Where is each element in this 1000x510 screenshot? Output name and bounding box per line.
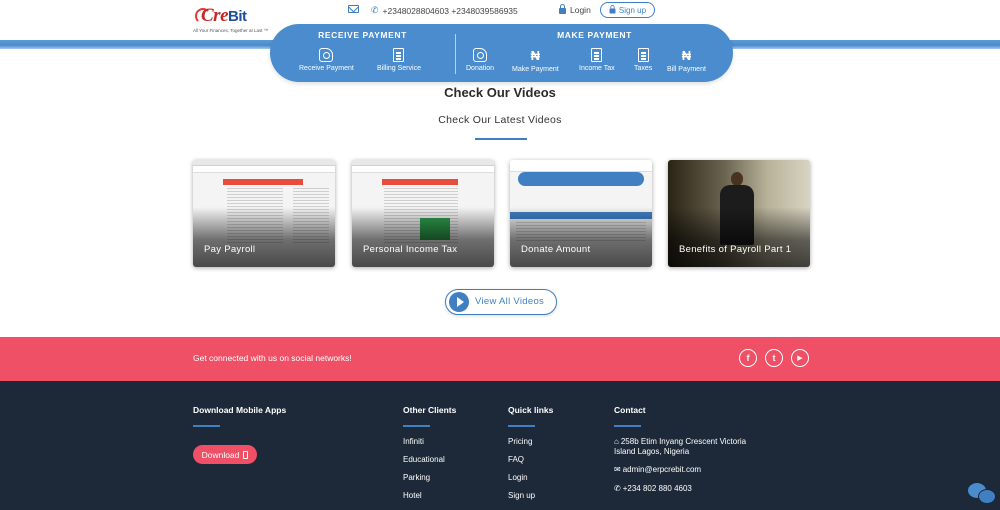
hand-coin-icon (319, 48, 334, 62)
footer-heading-quick: Quick links (508, 405, 554, 415)
view-all-label: View All Videos (475, 296, 545, 307)
home-icon: ⌂ (614, 437, 619, 446)
videos-underline (475, 138, 527, 140)
pay-menu-divider (455, 34, 456, 74)
footer-link-faq[interactable]: FAQ (508, 455, 524, 464)
video-title: Personal Income Tax (363, 244, 458, 255)
envelope-icon[interactable] (348, 5, 359, 13)
naira-icon: ₦ (681, 48, 692, 63)
footer-link-login[interactable]: Login (508, 473, 528, 482)
footer-link-educational[interactable]: Educational (403, 455, 445, 464)
login-link[interactable]: Login (559, 4, 591, 15)
hand-coin-icon (473, 48, 488, 62)
footer-email[interactable]: ✉ admin@erpcrebit.com (614, 465, 701, 474)
video-card-benefits-of-payroll[interactable]: Benefits of Payroll Part 1 (668, 160, 810, 267)
login-label: Login (570, 5, 591, 15)
menu-donation[interactable]: Donation (466, 48, 494, 72)
naira-icon: ₦ (530, 48, 541, 63)
footer-link-hotel[interactable]: Hotel (403, 491, 422, 500)
videos-subtitle: Check Our Latest Videos (438, 114, 562, 126)
header-phones: ✆ +2348028804603 +2348039586935 (371, 5, 518, 16)
menu-taxes[interactable]: Taxes (634, 48, 652, 72)
footer-heading-clients: Other Clients (403, 405, 457, 415)
footer: Download Mobile Apps Download Other Clie… (0, 381, 1000, 510)
twitter-icon[interactable]: t (765, 349, 783, 367)
videos-title: Check Our Videos (444, 85, 556, 100)
chat-widget-icon[interactable] (968, 481, 998, 507)
video-title: Donate Amount (521, 244, 591, 255)
menu-bill-payment[interactable]: ₦ Bill Payment (667, 48, 706, 73)
logo-tagline: All Your Finances, Together at Last ™ (193, 28, 269, 33)
facebook-icon[interactable]: f (739, 349, 757, 367)
signup-button[interactable]: Sign up (600, 2, 655, 18)
make-payment-heading: MAKE PAYMENT (557, 30, 632, 40)
menu-receive-payment[interactable]: Receive Payment (299, 48, 354, 72)
envelope-icon: ✉ (614, 465, 621, 474)
footer-phone: ✆ +234 802 880 4603 (614, 484, 692, 493)
phone-icon: ✆ (371, 5, 379, 15)
invoice-icon (591, 48, 603, 62)
social-bar: Get connected with us on social networks… (0, 337, 1000, 381)
video-title: Pay Payroll (204, 244, 256, 255)
header-phones-text: +2348028804603 +2348039586935 (382, 5, 518, 16)
video-card-donate-amount[interactable]: Donate Amount (510, 160, 652, 267)
footer-link-infiniti[interactable]: Infiniti (403, 437, 424, 446)
invoice-icon (393, 48, 405, 62)
footer-address-line2: Island Lagos, Nigeria (614, 447, 690, 456)
download-button[interactable]: Download (193, 445, 257, 464)
video-thumb-bar (193, 166, 335, 173)
receive-payment-heading: RECEIVE PAYMENT (318, 30, 407, 40)
phone-icon: ✆ (614, 484, 621, 493)
video-card-pay-payroll[interactable]: Pay Payroll (193, 160, 335, 267)
logo-wordmark: CreBit (201, 5, 247, 26)
footer-link-signup[interactable]: Sign up (508, 491, 535, 500)
youtube-icon[interactable]: ▶ (791, 349, 809, 367)
social-text: Get connected with us on social networks… (193, 353, 352, 363)
menu-make-payment[interactable]: ₦ Make Payment (512, 48, 559, 73)
video-card-personal-income-tax[interactable]: Personal Income Tax (352, 160, 494, 267)
signup-label: Sign up (618, 5, 647, 15)
footer-address: ⌂ 258b Etim Inyang Crescent Victoria (614, 437, 747, 446)
invoice-icon (637, 48, 649, 62)
footer-heading-contact: Contact (614, 405, 646, 415)
video-title: Benefits of Payroll Part 1 (679, 244, 792, 255)
lock-icon (559, 4, 566, 14)
menu-billing-service[interactable]: Billing Service (377, 48, 421, 72)
payment-menu: RECEIVE PAYMENT MAKE PAYMENT Receive Pay… (270, 24, 733, 82)
menu-income-tax[interactable]: Income Tax (579, 48, 615, 72)
crebit-logo[interactable]: CreBit All Your Finances, Together at La… (193, 5, 268, 35)
footer-heading-mobile: Download Mobile Apps (193, 405, 287, 415)
lock-icon (609, 5, 616, 14)
footer-link-parking[interactable]: Parking (403, 473, 430, 482)
footer-link-pricing[interactable]: Pricing (508, 437, 532, 446)
play-icon (449, 292, 469, 312)
view-all-videos-button[interactable]: View All Videos (445, 289, 557, 315)
mobile-phone-icon (243, 450, 249, 459)
